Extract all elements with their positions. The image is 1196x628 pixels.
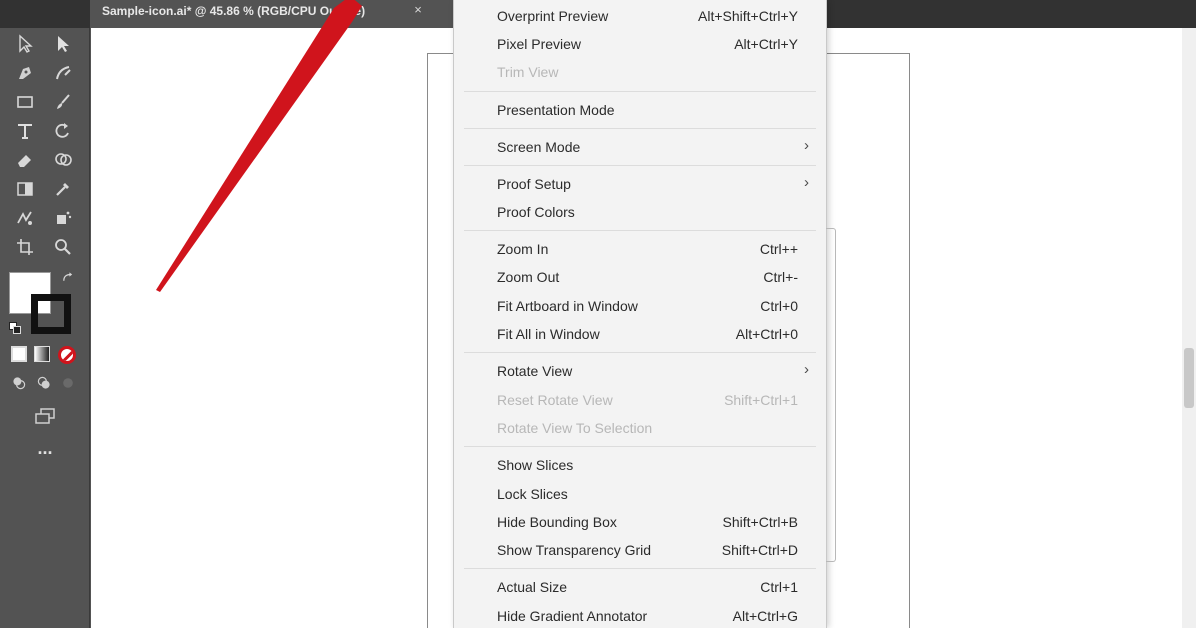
menu-separator (464, 352, 816, 353)
direct-selection-tool-icon[interactable] (50, 31, 76, 57)
gradient-tool-icon[interactable] (12, 176, 38, 202)
menu-item-shortcut: Alt+Shift+Ctrl+Y (698, 8, 798, 24)
menu-item-label: Proof Setup (497, 176, 571, 192)
submenu-arrow-icon: › (804, 137, 809, 154)
menu-item-fit-artboard-in-window[interactable]: Fit Artboard in Window Ctrl+0 (454, 293, 826, 319)
menu-item-proof-colors[interactable]: Proof Colors (454, 199, 826, 225)
menu-item-label: Actual Size (497, 579, 568, 595)
rotate-tool-icon[interactable] (50, 118, 76, 144)
document-tab[interactable]: Sample-icon.ai* @ 45.86 % (RGB/CPU Outli… (90, 0, 454, 28)
type-tool-icon[interactable] (12, 118, 38, 144)
zoom-tool-icon[interactable] (50, 234, 76, 260)
menu-item-shortcut: Shift+Ctrl+1 (724, 392, 798, 408)
menu-item-reset-rotate-view: Reset Rotate View Shift+Ctrl+1 (454, 387, 826, 413)
submenu-arrow-icon: › (804, 174, 809, 191)
edit-toolbar-button[interactable]: ... (30, 439, 60, 462)
menu-item-trim-view: Trim View (454, 59, 826, 85)
selection-tool-icon[interactable] (12, 31, 38, 57)
menu-item-label: Hide Gradient Annotator (497, 608, 648, 624)
view-menu: Overprint Preview Alt+Shift+Ctrl+Y Pixel P… (453, 0, 827, 628)
screen-mode-icon[interactable] (30, 404, 60, 430)
menu-separator (464, 128, 816, 129)
menu-item-show-transparency-grid[interactable]: Show Transparency Grid Shift+Ctrl+D (454, 537, 826, 563)
shape-builder-tool-icon[interactable] (50, 147, 76, 173)
menu-item-proof-setup[interactable]: Proof Setup › (454, 171, 826, 197)
menu-item-hide-bounding-box[interactable]: Hide Bounding Box Shift+Ctrl+B (454, 509, 826, 535)
menu-item-label: Overprint Preview (497, 8, 609, 24)
menu-item-shortcut: Alt+Ctrl+0 (735, 326, 798, 342)
menu-item-fit-all-in-window[interactable]: Fit All in Window Alt+Ctrl+0 (454, 321, 826, 347)
draw-inside-icon[interactable] (57, 372, 79, 394)
paintbrush-tool-icon[interactable] (50, 89, 76, 115)
vertical-scrollbar[interactable] (1182, 28, 1196, 628)
menu-item-label: Zoom Out (497, 269, 560, 285)
pen-tool-icon[interactable] (12, 60, 38, 86)
curvature-tool-icon[interactable] (50, 60, 76, 86)
menu-item-zoom-out[interactable]: Zoom Out Ctrl+- (454, 264, 826, 290)
document-tab-title: Sample-icon.ai* @ 45.86 % (RGB/CPU Outli… (102, 4, 366, 18)
menu-item-shortcut: Alt+Ctrl+G (732, 608, 798, 624)
menu-item-rotate-view[interactable]: Rotate View › (454, 358, 826, 384)
none-mode-icon[interactable] (58, 346, 76, 364)
menu-item-label: Rotate View (497, 363, 573, 379)
menu-item-shortcut: Alt+Ctrl+Y (734, 36, 798, 52)
color-mode-icon[interactable] (11, 346, 27, 362)
menu-item-label: Rotate View To Selection (497, 420, 653, 436)
close-tab-icon[interactable]: × (408, 0, 428, 22)
more-tools-label: ... (37, 438, 53, 458)
menu-item-shortcut: Ctrl+1 (760, 579, 798, 595)
menu-bracket (826, 228, 836, 562)
draw-behind-icon[interactable] (33, 372, 55, 394)
menu-item-shortcut: Ctrl+- (763, 269, 798, 285)
menu-separator (464, 230, 816, 231)
menu-item-overprint-preview[interactable]: Overprint Preview Alt+Shift+Ctrl+Y (454, 3, 826, 29)
menu-separator (464, 568, 816, 569)
swap-fill-stroke-icon[interactable] (58, 268, 78, 288)
menu-item-hide-gradient-annotator[interactable]: Hide Gradient Annotator Alt+Ctrl+G (454, 603, 826, 628)
menu-item-label: Screen Mode (497, 139, 581, 155)
menu-item-shortcut: Ctrl++ (759, 241, 798, 257)
gradient-mode-icon[interactable] (34, 346, 50, 362)
eyedropper-tool-icon[interactable] (50, 176, 76, 202)
tools-panel: ... (0, 28, 90, 628)
submenu-arrow-icon: › (804, 361, 809, 378)
menu-item-label: Proof Colors (497, 204, 575, 220)
menu-item-label: Zoom In (497, 241, 549, 257)
menu-item-pixel-preview[interactable]: Pixel Preview Alt+Ctrl+Y (454, 31, 826, 57)
menu-item-label: Pixel Preview (497, 36, 582, 52)
menu-item-shortcut: Shift+Ctrl+D (721, 542, 798, 558)
menu-item-zoom-in[interactable]: Zoom In Ctrl++ (454, 236, 826, 262)
rectangle-tool-icon[interactable] (12, 89, 38, 115)
menu-item-shortcut: Shift+Ctrl+B (722, 514, 798, 530)
menu-item-label: Show Slices (497, 457, 574, 473)
menu-item-shortcut: Ctrl+0 (760, 298, 798, 314)
menu-item-label: Fit All in Window (497, 326, 600, 342)
menu-item-lock-slices[interactable]: Lock Slices (454, 481, 826, 507)
blend-tool-icon[interactable] (12, 205, 38, 231)
menu-item-rotate-view-to-selection: Rotate View To Selection (454, 415, 826, 441)
menu-item-label: Hide Bounding Box (497, 514, 617, 530)
symbol-sprayer-tool-icon[interactable] (50, 205, 76, 231)
eraser-tool-icon[interactable] (12, 147, 38, 173)
draw-normal-icon[interactable] (8, 372, 30, 394)
artboard-tool-icon[interactable] (12, 234, 38, 260)
menu-separator (464, 446, 816, 447)
menu-item-screen-mode[interactable]: Screen Mode › (454, 134, 826, 160)
vertical-scrollbar-thumb[interactable] (1184, 348, 1194, 408)
menu-item-actual-size[interactable]: Actual Size Ctrl+1 (454, 574, 826, 600)
stroke-color-swatch[interactable] (31, 294, 71, 334)
menu-item-label: Trim View (497, 64, 559, 80)
menu-separator (464, 91, 816, 92)
menu-item-label: Lock Slices (497, 486, 568, 502)
menu-item-label: Reset Rotate View (497, 392, 613, 408)
menu-item-label: Presentation Mode (497, 102, 615, 118)
menu-item-label: Show Transparency Grid (497, 542, 652, 558)
menu-item-presentation-mode[interactable]: Presentation Mode (454, 97, 826, 123)
menu-item-label: Fit Artboard in Window (497, 298, 638, 314)
menu-separator (464, 165, 816, 166)
menu-item-show-slices[interactable]: Show Slices (454, 452, 826, 478)
default-fill-stroke-icon[interactable] (9, 322, 21, 334)
